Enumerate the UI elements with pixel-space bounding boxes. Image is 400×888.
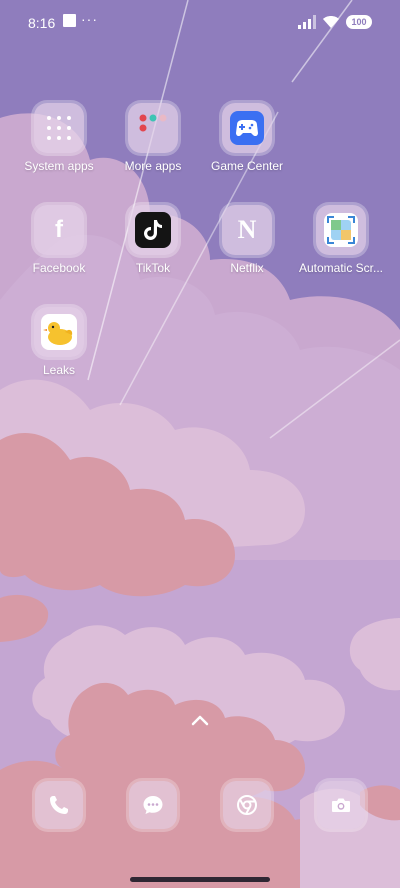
status-time: 8:16: [28, 15, 56, 31]
app-game-center[interactable]: Game Center: [200, 103, 294, 173]
messages-icon: [143, 796, 163, 814]
app-drawer-arrow-icon[interactable]: [189, 713, 211, 727]
status-indicators: 100: [298, 14, 372, 30]
app-leaks[interactable]: Leaks: [12, 307, 106, 377]
app-netflix[interactable]: N Netflix: [200, 205, 294, 275]
app-label: Leaks: [42, 363, 76, 377]
dock-phone[interactable]: [35, 781, 83, 829]
app-label: More apps: [124, 159, 182, 173]
app-more-apps[interactable]: More apps: [106, 103, 200, 173]
app-label: Automatic Scr...: [298, 261, 384, 275]
app-label: TikTok: [135, 261, 171, 275]
app-facebook[interactable]: f Facebook: [12, 205, 106, 275]
folder-grid-icon: [34, 103, 84, 153]
more-notifications-icon: ···: [81, 11, 98, 27]
screenshot-app-icon: [316, 205, 366, 255]
app-tiktok[interactable]: TikTok: [106, 205, 200, 275]
gesture-navigation-handle[interactable]: [130, 877, 270, 882]
app-label: System apps: [24, 159, 94, 173]
notification-icon: [63, 14, 76, 27]
dock-camera[interactable]: [317, 781, 365, 829]
app-system-apps[interactable]: System apps: [12, 103, 106, 173]
signal-icon: [298, 15, 316, 29]
dock-messages[interactable]: [129, 781, 177, 829]
netflix-icon: N: [222, 205, 272, 255]
gamepad-icon: [222, 103, 272, 153]
facebook-icon: f: [34, 205, 84, 255]
folder-icon: [128, 103, 178, 153]
home-screen: 8:16 ··· 100 System apps More apps Game …: [0, 0, 400, 888]
tiktok-icon: [128, 205, 178, 255]
battery-indicator: 100: [346, 15, 372, 29]
camera-icon: [332, 798, 350, 812]
wifi-icon: [323, 16, 339, 28]
app-automatic-screenshot[interactable]: Automatic Scr...: [294, 205, 388, 275]
duck-icon: [34, 307, 84, 357]
phone-icon: [50, 796, 68, 814]
app-label: Netflix: [230, 261, 264, 275]
status-bar: 8:16 ··· 100: [0, 0, 400, 44]
dock-chrome[interactable]: [223, 781, 271, 829]
app-label: Facebook: [32, 261, 86, 275]
chrome-icon: [237, 795, 257, 815]
app-label: Game Center: [210, 159, 284, 173]
